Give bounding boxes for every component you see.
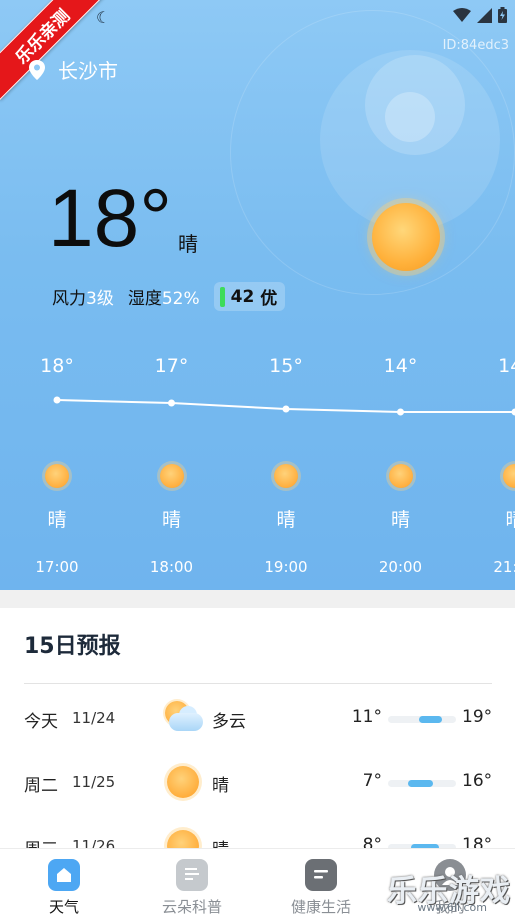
wind: 风力3级 — [52, 289, 114, 309]
current-temperature: 18° — [48, 173, 173, 264]
temp-point — [168, 399, 175, 407]
forecast-row[interactable]: 周二 11/25 晴 7° 16° — [0, 766, 515, 811]
divider — [24, 683, 492, 684]
hour-condition: 晴 — [161, 509, 181, 531]
hour-time: 20:00 — [378, 558, 423, 576]
temp-point — [282, 405, 290, 413]
hour-condition: 晴 — [390, 509, 410, 531]
hourly-temp-graph — [53, 396, 515, 416]
humidity: 湿度52% — [127, 289, 200, 309]
sun-icon — [165, 765, 199, 799]
forecast-high: 16° — [462, 771, 493, 791]
temp-point — [511, 408, 515, 416]
forecast-title: 15日预报 — [24, 634, 121, 659]
signal-icon — [477, 7, 492, 27]
nav-weather[interactable]: 天气 — [0, 849, 128, 917]
hour-time: 19:00 — [264, 558, 308, 576]
hour-temp: 18° — [40, 355, 74, 377]
article-icon — [176, 859, 208, 891]
hour-temp: 14° — [383, 355, 418, 377]
hour-time: 21:00 — [493, 558, 515, 576]
wifi-icon — [453, 7, 471, 27]
sun-icon — [45, 464, 69, 488]
hour-condition: 晴 — [505, 509, 515, 531]
location[interactable]: 长沙市 — [28, 55, 118, 84]
forecast-date: 11/24 — [72, 709, 116, 727]
cloud-sun-icon — [165, 701, 203, 735]
hour-temp: 17° — [154, 355, 189, 377]
nav-label: 云朵科普 — [161, 898, 222, 916]
hour-condition: 晴 — [47, 509, 67, 531]
forecast-date: 11/25 — [72, 773, 116, 791]
battery-icon — [498, 7, 507, 27]
device-id: ID:84edc3 — [442, 38, 509, 53]
nav-label: 健康生活 — [290, 898, 351, 916]
lens-flare — [385, 92, 435, 142]
sun-icon — [159, 464, 184, 488]
temp-point — [53, 396, 61, 404]
hour-time: 17:00 — [35, 558, 79, 576]
current-details: 风力3级 湿度52% 42 优 — [52, 282, 286, 311]
temp-range-fill — [407, 780, 434, 787]
hour-temp: 14° — [498, 355, 515, 377]
temp-range-track — [388, 716, 456, 723]
sun-icon — [388, 464, 413, 488]
temp-range-fill — [419, 716, 442, 723]
nav-health[interactable]: 健康生活 — [257, 849, 385, 917]
aqi-badge[interactable]: 42 优 — [213, 282, 286, 311]
forecast-condition: 多云 — [212, 712, 246, 732]
city-name: 长沙市 — [58, 59, 118, 83]
nav-science[interactable]: 云朵科普 — [128, 849, 256, 917]
current-condition: 晴 — [178, 232, 198, 256]
forecast-low: 7° — [362, 771, 382, 791]
hour-time: 18:00 — [149, 558, 194, 576]
location-pin-icon — [28, 59, 48, 80]
temp-range-track — [388, 780, 456, 787]
nav-label: 天气 — [48, 898, 79, 916]
forecast-condition: 晴 — [212, 776, 229, 796]
forecast-row[interactable]: 今天 11/24 多云 11° 19° — [0, 701, 515, 747]
health-icon — [305, 859, 337, 891]
sun-icon — [274, 464, 298, 488]
sun-icon — [372, 203, 440, 271]
hour-condition: 晴 — [276, 509, 296, 531]
forecast-day: 今天 — [24, 712, 58, 732]
forecast-day: 周二 — [24, 776, 58, 796]
hour-temp: 15° — [269, 355, 303, 377]
temp-point — [397, 408, 404, 416]
home-icon — [48, 859, 80, 891]
forecast-high: 19° — [462, 707, 493, 727]
moon-icon: ☾ — [96, 8, 111, 27]
forecast-low: 11° — [351, 707, 382, 727]
section-divider — [0, 590, 515, 608]
aqi-indicator — [219, 286, 225, 307]
brand-url: www.6ll.com — [417, 901, 487, 914]
